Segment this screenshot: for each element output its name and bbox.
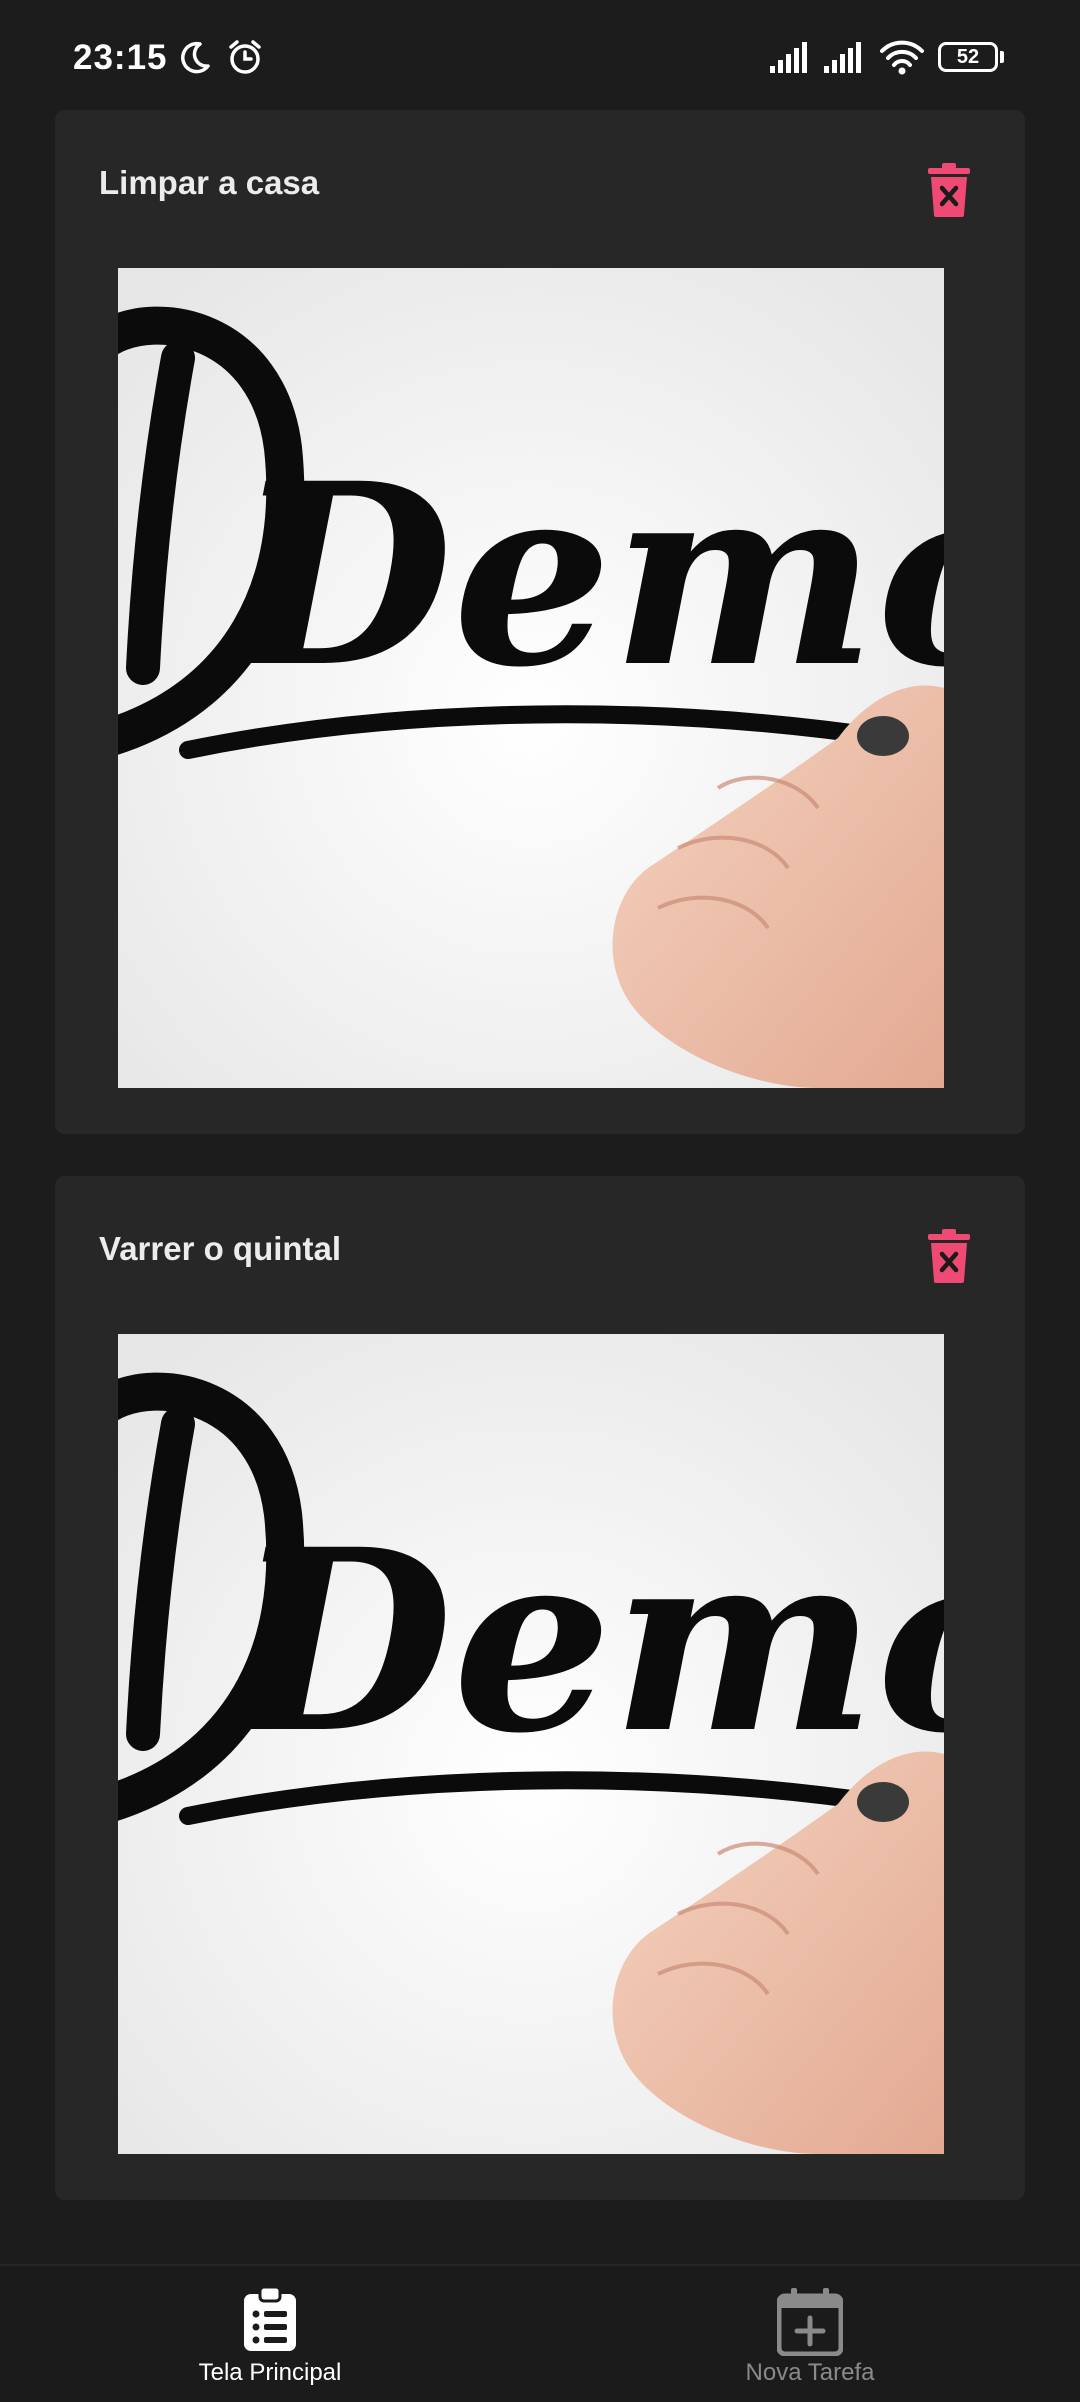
nav-label: Tela Principal: [198, 2359, 342, 2386]
trash-icon: [928, 1229, 970, 1283]
demo-image-text: Demo: [230, 1494, 944, 1788]
signal-icon: [824, 42, 861, 73]
task-title: Varrer o quintal: [99, 1230, 342, 1267]
nav-label: Nova Tarefa: [745, 2359, 875, 2386]
clipboard-list-icon: [244, 2286, 296, 2351]
alarm-icon: [229, 40, 261, 74]
wifi-icon: [880, 40, 924, 75]
calendar-plus-icon: [777, 2288, 843, 2356]
moon-icon: [181, 41, 210, 74]
task-title: Limpar a casa: [99, 164, 320, 201]
delete-task-button[interactable]: [927, 162, 971, 218]
battery-icon: 52: [938, 42, 998, 72]
battery-tip: [1000, 51, 1004, 63]
task-card: Limpar a casa Demo: [55, 110, 1025, 1134]
task-image: Demo: [118, 268, 944, 1088]
nav-item-nova-tarefa[interactable]: Nova Tarefa: [540, 2266, 1080, 2402]
task-card: Varrer o quintal Demo: [55, 1176, 1025, 2200]
task-image: Demo: [118, 1334, 944, 2154]
signal-icon: [770, 42, 807, 73]
nav-item-tela-principal[interactable]: Tela Principal: [0, 2266, 540, 2402]
demo-illustration: Demo: [118, 268, 944, 1088]
bottom-navigation: Tela Principal Nova Tarefa: [0, 2264, 1080, 2402]
status-bar: 23:15 52: [0, 0, 1080, 118]
demo-image-text: Demo: [230, 428, 944, 722]
status-time: 23:15: [73, 38, 168, 77]
delete-task-button[interactable]: [927, 1228, 971, 1284]
battery-level: 52: [956, 46, 980, 68]
trash-icon: [928, 163, 970, 217]
demo-illustration: Demo: [118, 1334, 944, 2154]
